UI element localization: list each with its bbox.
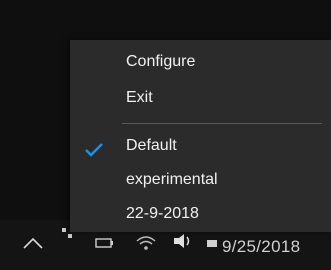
menu-item-label: Configure — [126, 53, 196, 70]
desktop-screen: 9/25/2018 Configure Exit Default experim… — [0, 0, 331, 270]
taskbar-clock[interactable]: 9/25/2018 — [222, 236, 322, 258]
menu-item-label: 22-9-2018 — [126, 205, 199, 222]
menu-item-label: Exit — [126, 89, 153, 106]
notification-icon[interactable] — [205, 236, 219, 250]
menu-item-experimental[interactable]: experimental — [70, 164, 331, 196]
network-icon[interactable] — [135, 234, 157, 252]
menu-item-default[interactable]: Default — [70, 130, 331, 162]
checkmark-icon — [84, 138, 104, 157]
speaker-icon[interactable] — [172, 232, 196, 250]
battery-icon[interactable] — [95, 236, 115, 250]
chevron-up-icon[interactable] — [22, 236, 44, 250]
menu-item-exit[interactable]: Exit — [70, 82, 331, 114]
menu-item-label: experimental — [126, 171, 218, 188]
menu-item-configure[interactable]: Configure — [70, 46, 331, 78]
menu-separator — [122, 123, 322, 124]
tray-context-menu: Configure Exit Default experimental 22-9… — [70, 40, 331, 232]
menu-item-label: Default — [126, 137, 177, 154]
menu-item-22-9-2018[interactable]: 22-9-2018 — [70, 198, 331, 230]
